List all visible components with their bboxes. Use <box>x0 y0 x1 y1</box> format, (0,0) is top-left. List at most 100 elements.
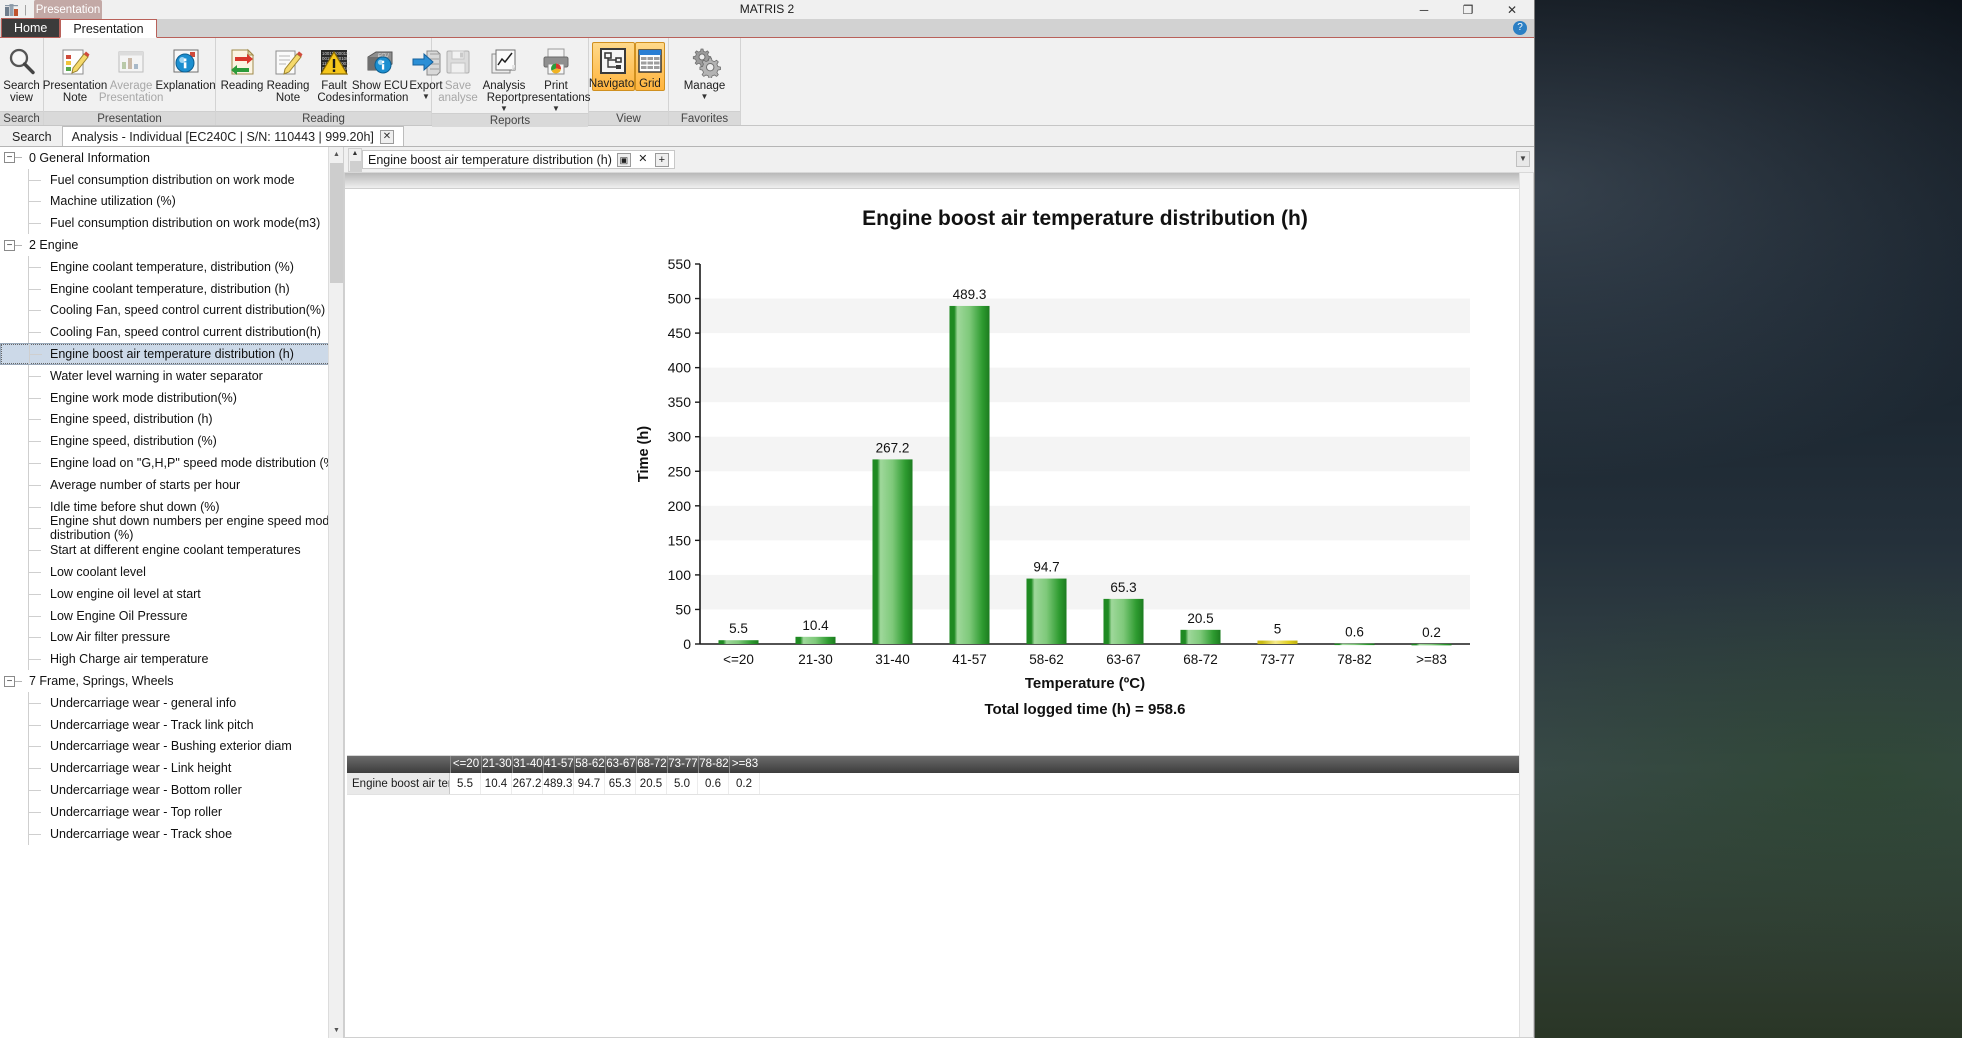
scroll-down-icon[interactable]: ▼ <box>329 1023 343 1038</box>
grid-cell-0[interactable]: 5.5 <box>450 773 481 794</box>
grid-column-header-5[interactable]: 63-67 <box>605 756 636 773</box>
grid-cell-3[interactable]: 489.3 <box>543 773 574 794</box>
print-presentations-button[interactable]: Print presentations ▼ <box>521 42 591 113</box>
show-ecu-information-button[interactable]: ECU Show ECU information <box>352 42 408 105</box>
tree-item-2[interactable]: Machine utilization (%) <box>0 190 343 213</box>
tree-item-21[interactable]: Low Engine Oil Pressure <box>0 604 343 627</box>
doc-tab-analysis[interactable]: Analysis - Individual [EC240C | S/N: 110… <box>61 126 404 146</box>
maximize-button[interactable]: ❐ <box>1446 0 1490 19</box>
export-caret-icon[interactable]: ▼ <box>422 93 430 101</box>
fault-codes-button[interactable]: 100110000111 001011001001 110010100011 0… <box>311 42 357 105</box>
navigator-toggle-button[interactable]: Navigator <box>589 42 638 91</box>
doc-tab-search[interactable]: Search <box>2 126 62 146</box>
bar-1[interactable] <box>795 636 836 644</box>
grid-column-header-0[interactable]: <=20 <box>450 756 481 773</box>
manage-caret-icon[interactable]: ▼ <box>701 93 709 101</box>
grid-column-header-8[interactable]: 78-82 <box>698 756 729 773</box>
analysis-report-caret-icon[interactable]: ▼ <box>500 105 508 113</box>
tree-item-8[interactable]: Cooling Fan, speed control current distr… <box>0 321 343 344</box>
explanation-button[interactable]: Explanation <box>156 42 216 93</box>
grid-cell-1[interactable]: 10.4 <box>481 773 512 794</box>
tree-item-17[interactable]: Engine shut down numbers per engine spee… <box>0 514 343 542</box>
bar-3[interactable] <box>949 305 990 644</box>
tree-item-26[interactable]: Undercarriage wear - Track link pitch <box>0 713 343 736</box>
bar-8[interactable] <box>1334 643 1375 646</box>
grid-column-header-4[interactable]: 58-62 <box>574 756 605 773</box>
ribbon-tab-home[interactable]: Home <box>1 18 61 37</box>
tree-group-4[interactable]: − 2 Engine <box>0 234 343 256</box>
tree-item-20[interactable]: Low engine oil level at start <box>0 582 343 605</box>
grid-cell-5[interactable]: 65.3 <box>605 773 636 794</box>
close-button[interactable]: ✕ <box>1490 0 1534 19</box>
bar-chart[interactable]: Engine boost air temperature distributio… <box>345 189 1533 719</box>
bar-4[interactable] <box>1026 578 1067 644</box>
presentation-tab[interactable]: Engine boost air temperature distributio… <box>362 150 675 169</box>
manage-favorites-button[interactable]: Manage ▼ <box>679 42 731 101</box>
tree-item-22[interactable]: Low Air filter pressure <box>0 626 343 649</box>
ribbon-tab-presentation[interactable]: Presentation <box>60 19 157 38</box>
navigator-tree-pane[interactable]: − 0 General Information Fuel consumption d… <box>0 147 344 1038</box>
tree-item-12[interactable]: Engine speed, distribution (h) <box>0 408 343 431</box>
tree-item-9[interactable]: Engine boost air temperature distributio… <box>0 343 343 365</box>
help-icon[interactable]: ? <box>1513 21 1527 35</box>
tree-item-6[interactable]: Engine coolant temperature, distribution… <box>0 277 343 300</box>
bar-2[interactable] <box>872 459 913 644</box>
close-icon[interactable]: ✕ <box>636 153 650 167</box>
print-presentations-caret-icon[interactable]: ▼ <box>552 105 560 113</box>
grid-cell-2[interactable]: 267.2 <box>512 773 543 794</box>
analysis-report-button[interactable]: Analysis Report ▼ <box>481 42 527 113</box>
presentation-note-button[interactable]: Presentation Note <box>43 42 107 105</box>
tree-item-27[interactable]: Undercarriage wear - Bushing exterior di… <box>0 735 343 758</box>
grid-column-header-9[interactable]: >=83 <box>729 756 760 773</box>
expand-collapse-icon[interactable]: − <box>4 675 15 687</box>
grid-cell-7[interactable]: 5.0 <box>667 773 698 794</box>
tree-item-18[interactable]: Start at different engine coolant temper… <box>0 539 343 562</box>
grid-column-header-6[interactable]: 68-72 <box>636 756 667 773</box>
scroll-thumb[interactable] <box>330 163 343 283</box>
tree-item-15[interactable]: Average number of starts per hour <box>0 473 343 496</box>
close-icon[interactable]: ✕ <box>379 129 394 144</box>
grid-cell-9[interactable]: 0.2 <box>729 773 760 794</box>
quick-access-toolbar[interactable]: | <box>0 0 27 19</box>
bar-5[interactable] <box>1103 598 1144 644</box>
restore-icon[interactable]: ▣ <box>616 152 631 167</box>
tree-item-25[interactable]: Undercarriage wear - general info <box>0 691 343 714</box>
tree-item-13[interactable]: Engine speed, distribution (%) <box>0 430 343 453</box>
tree-item-3[interactable]: Fuel consumption distribution on work mo… <box>0 212 343 235</box>
tree-item-14[interactable]: Engine load on "G,H,P" speed mode distri… <box>0 452 343 474</box>
tree-scrollbar[interactable]: ▲ ▼ <box>328 147 343 1038</box>
tree-item-31[interactable]: Undercarriage wear - Track shoe <box>0 822 343 845</box>
scroll-up-icon[interactable]: ▲ <box>329 147 343 162</box>
grid-column-header-7[interactable]: 73-77 <box>667 756 698 773</box>
bar-9[interactable] <box>1411 643 1452 646</box>
pane-scroll-up-button[interactable]: ▲ <box>348 147 362 172</box>
bar-0[interactable] <box>718 640 759 644</box>
pane-options-icon[interactable]: ▼ <box>1516 151 1530 167</box>
add-presentation-icon[interactable]: + <box>654 152 669 167</box>
table-row[interactable]: Engine boost air tempe5.510.4267.2489.39… <box>347 773 1519 795</box>
expand-collapse-icon[interactable]: − <box>4 239 15 251</box>
tree-item-23[interactable]: High Charge air temperature <box>0 648 343 671</box>
grid-column-header-1[interactable]: 21-30 <box>481 756 512 773</box>
tree-group-0[interactable]: − 0 General Information <box>0 147 343 169</box>
grid-column-header-3[interactable]: 41-57 <box>543 756 574 773</box>
bar-7[interactable] <box>1257 640 1298 644</box>
grid-column-header-2[interactable]: 31-40 <box>512 756 543 773</box>
tree-item-19[interactable]: Low coolant level <box>0 561 343 583</box>
data-grid[interactable]: <=20 21-30 31-40 41-57 58-62 63-67 68-72 73-77 7… <box>347 755 1519 1037</box>
tree-item-28[interactable]: Undercarriage wear - Link height <box>0 757 343 780</box>
bar-6[interactable] <box>1180 629 1221 644</box>
tree-item-1[interactable]: Fuel consumption distribution on work mo… <box>0 168 343 191</box>
tree-group-24[interactable]: − 7 Frame, Springs, Wheels <box>0 670 343 692</box>
tree-item-5[interactable]: Engine coolant temperature, distribution… <box>0 255 343 278</box>
minimize-button[interactable]: ─ <box>1402 0 1446 19</box>
expand-collapse-icon[interactable]: − <box>4 152 15 164</box>
search-view-button[interactable]: Search view <box>0 42 45 105</box>
grid-cell-6[interactable]: 20.5 <box>636 773 667 794</box>
reading-button[interactable]: Reading <box>219 42 265 93</box>
average-presentation-button[interactable]: Average Presentation <box>99 42 163 105</box>
tree-item-29[interactable]: Undercarriage wear - Bottom roller <box>0 779 343 801</box>
tree-item-11[interactable]: Engine work mode distribution(%) <box>0 386 343 409</box>
tree-item-7[interactable]: Cooling Fan, speed control current distr… <box>0 299 343 322</box>
tree-item-10[interactable]: Water level warning in water separator <box>0 364 343 387</box>
